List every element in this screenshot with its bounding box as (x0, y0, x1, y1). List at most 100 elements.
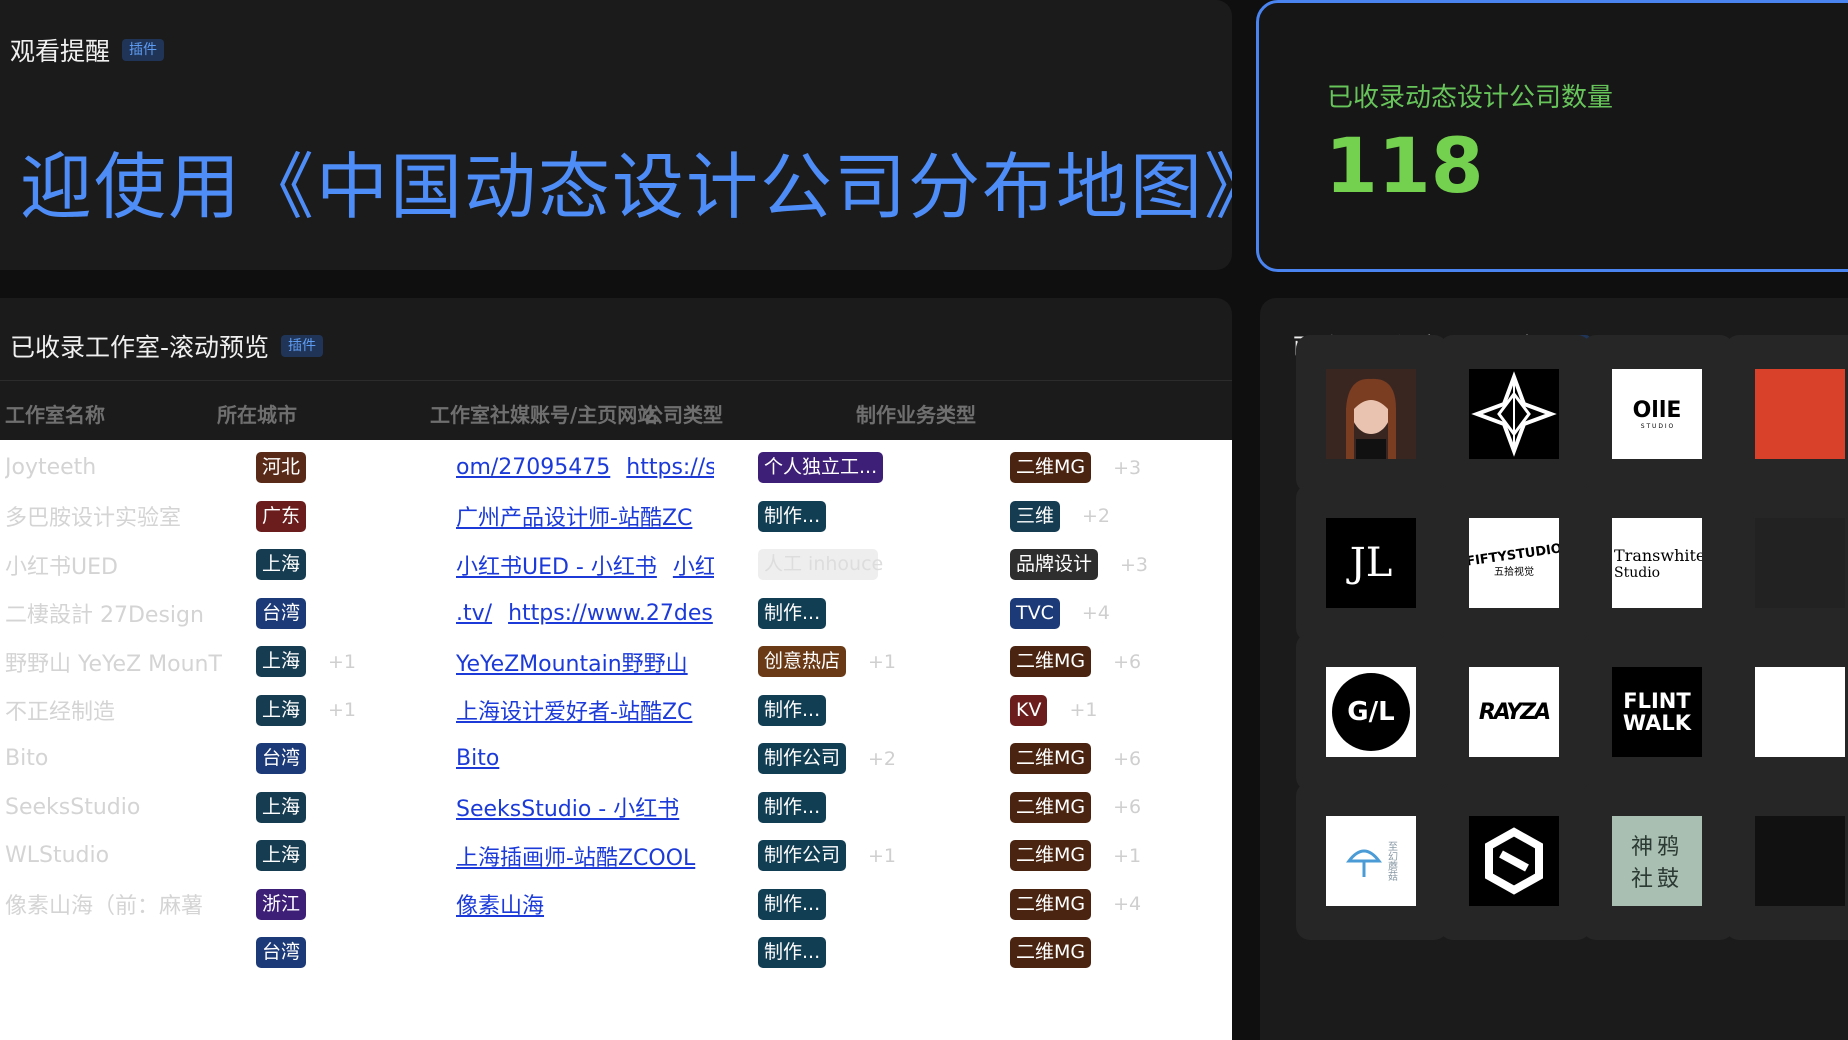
logo-tile[interactable]: RAYZA (1439, 633, 1591, 791)
reminder-card: 观看提醒 插件 迎使用《中国动态设计公司分布地图》， (0, 0, 1232, 270)
company-type-tag: 个人独立工... (758, 452, 884, 483)
table-header: 已收录工作室-滚动预览 插件 (10, 328, 324, 364)
city-tag: 广东 (256, 500, 307, 532)
studio-link[interactable]: YeYeZMountain野野山 (456, 646, 688, 678)
business-type-more-count: +6 (1113, 796, 1142, 818)
company-type-tag: 创意热店 (758, 646, 847, 677)
studio-link[interactable]: 小红书UED - 小红书 (456, 549, 657, 581)
dark-partial-logo (1755, 518, 1845, 608)
logo-tile[interactable] (1725, 335, 1848, 493)
studio-link[interactable]: https://s (626, 455, 714, 480)
portrait-logo (1326, 369, 1416, 459)
column-header-business-type[interactable]: 制作业务类型 (856, 399, 976, 428)
business-type-more-count: +2 (1082, 505, 1111, 527)
company-type-tag: 制作... (758, 888, 827, 920)
business-type-more-count: +4 (1113, 893, 1142, 915)
plugin-badge: 插件 (122, 39, 165, 61)
logo-tile[interactable]: 至幻蘑菇 (1296, 782, 1448, 940)
red-partial-logo (1755, 369, 1845, 459)
company-type-tag: 制作... (758, 597, 827, 629)
business-type-tag: 二维MG (1010, 743, 1092, 774)
logo-tile[interactable] (1725, 782, 1848, 940)
mushroom-logo: 至幻蘑菇 (1326, 816, 1416, 906)
flint-walk-logo: FLINT WALK (1612, 667, 1702, 757)
white-partial-logo (1755, 667, 1845, 757)
column-header-links[interactable]: 工作室社媒账号/主页网站 (430, 399, 657, 428)
logo-tile[interactable]: Transwhite Studio (1582, 484, 1734, 642)
studio-link[interactable]: Bito (456, 746, 499, 771)
studio-name (5, 924, 230, 981)
business-type-tag: 二维MG (1010, 791, 1092, 823)
company-type-tag: 人工 inhouce (758, 549, 883, 580)
reminder-title: 观看提醒 (10, 37, 111, 66)
business-type-cell: 二维MG (1010, 924, 1230, 981)
business-type-tag: TVC (1010, 597, 1060, 629)
logo-tile[interactable] (1725, 633, 1848, 791)
city-tag: 台湾 (256, 743, 307, 774)
logo-tile[interactable]: JL (1296, 484, 1448, 642)
company-type-cell: 制作... (758, 924, 1008, 981)
company-type-tag: 制作... (758, 500, 827, 532)
table-body[interactable]: Joyteeth 河北 om/27095475 https://s 个人独立工... 二维… (0, 440, 1232, 1040)
ollie-logo: OllE S T U D I O (1612, 369, 1702, 459)
city-tag: 浙江 (256, 888, 307, 920)
logo-tile[interactable]: G/L (1296, 633, 1448, 791)
studio-link[interactable]: .tv/ (456, 601, 492, 626)
plugin-badge: 插件 (281, 335, 324, 357)
business-type-more-count: +1 (1069, 699, 1098, 721)
studio-link[interactable]: 上海插画师-站酷ZCOOL (456, 840, 695, 872)
studio-link[interactable]: 像素山海 (456, 888, 544, 920)
logo-tile[interactable]: FIFTYSTUDIO 五拾视觉 (1439, 484, 1591, 642)
studio-link[interactable]: 广州产品设计师-站酷ZC (456, 500, 692, 532)
star-emblem-logo (1469, 369, 1559, 459)
logo-wall-card: 已收录工作室-Logo墙 插件 OllE S T U D I O J (1260, 298, 1848, 1040)
business-type-more-count: +4 (1081, 602, 1110, 624)
marquee-text: 迎使用《中国动态设计公司分布地图》， (20, 145, 1232, 229)
studio-link[interactable]: om/27095475 (456, 455, 610, 480)
brush-wordmark-logo: RAYZA (1469, 667, 1559, 757)
studio-link[interactable]: https://www.27des (508, 601, 713, 626)
company-count-card: 已收录动态设计公司数量 118 (1256, 0, 1848, 272)
table-row[interactable]: 台湾 制作... 二维MG (0, 924, 1232, 981)
company-type-more-count: +1 (868, 844, 897, 867)
company-count-label: 已收录动态设计公司数量 (1327, 83, 1614, 113)
column-header-name[interactable]: 工作室名称 (5, 399, 105, 428)
column-header-city[interactable]: 所在城市 (217, 399, 297, 428)
logo-tile[interactable] (1439, 335, 1591, 493)
jl-logo: JL (1326, 518, 1416, 608)
studio-link[interactable]: 上海设计爱好者-站酷ZC (456, 694, 692, 726)
city-tag: 上海 (256, 646, 307, 677)
business-type-more-count: +6 (1113, 650, 1142, 673)
studio-table-card: 已收录工作室-滚动预览 插件 工作室名称 所在城市 工作室社媒账号/主页网站 公… (0, 298, 1232, 1040)
company-count-value: 118 (1325, 121, 1484, 210)
company-type-tag: 制作公司 (758, 840, 847, 871)
company-type-tag: 制作公司 (758, 743, 847, 774)
logo-tile[interactable] (1296, 335, 1448, 493)
studio-link[interactable]: SeeksStudio - 小红书 (456, 791, 679, 823)
city-tag: 河北 (256, 452, 307, 483)
logo-tile[interactable] (1439, 782, 1591, 940)
company-type-tag: 制作... (758, 694, 827, 726)
gl-logo: G/L (1326, 667, 1416, 757)
logo-tile[interactable]: 神鸦 社鼓 (1582, 782, 1734, 940)
transwhite-logo: Transwhite Studio (1612, 518, 1702, 608)
city-tag: 上海 (256, 791, 307, 823)
business-type-tag: 二维MG (1010, 452, 1092, 483)
business-type-more-count: +3 (1120, 553, 1149, 576)
logo-tile[interactable]: FLINT WALK (1582, 633, 1734, 791)
company-type-more-count: +1 (868, 650, 897, 673)
business-type-tag: 二维MG (1010, 646, 1092, 677)
business-type-tag: KV (1010, 694, 1048, 726)
city-tag: 上海 (256, 549, 307, 580)
studio-link[interactable]: 小红 (673, 549, 714, 581)
business-type-tag: 二维MG (1010, 937, 1092, 968)
column-header-company-type[interactable]: 公司类型 (643, 399, 723, 428)
shenya-logo: 神鸦 社鼓 (1612, 816, 1702, 906)
logo-tile[interactable]: OllE S T U D I O (1582, 335, 1734, 493)
city-more-count: +1 (328, 650, 357, 673)
company-type-more-count: +2 (868, 747, 897, 770)
city-more-count: +1 (328, 699, 357, 721)
logo-tile[interactable] (1725, 484, 1848, 642)
table-title: 已收录工作室-滚动预览 (10, 333, 270, 362)
dashboard: 观看提醒 插件 迎使用《中国动态设计公司分布地图》， 已收录动态设计公司数量 1… (0, 0, 1848, 1040)
